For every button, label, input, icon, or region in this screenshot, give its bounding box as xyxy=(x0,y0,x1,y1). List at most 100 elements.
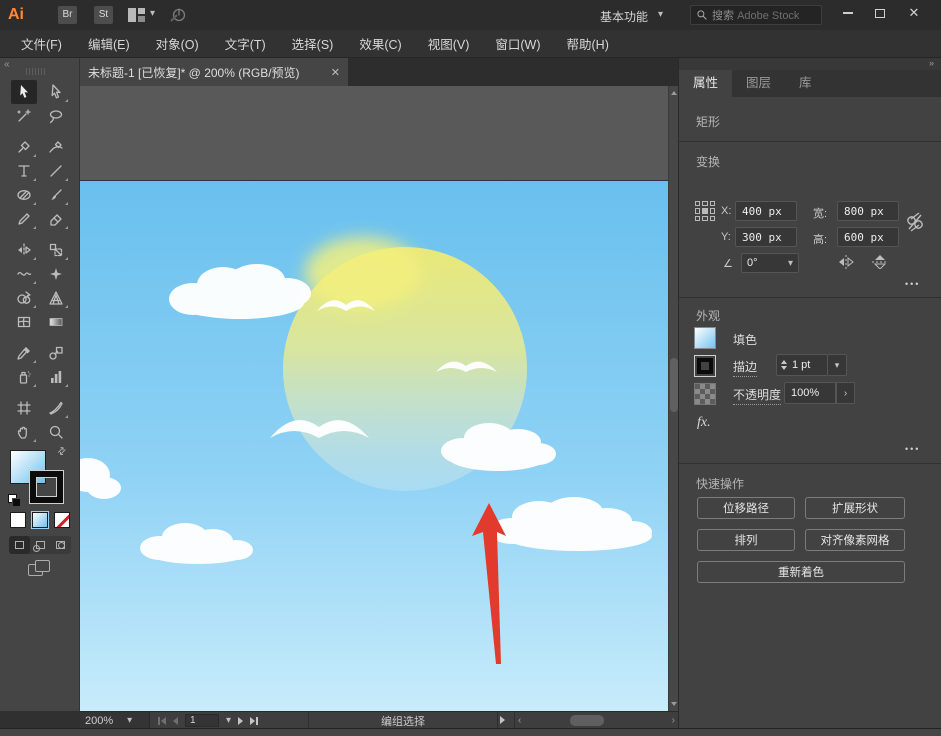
color-button[interactable] xyxy=(10,512,26,528)
draw-normal-button[interactable] xyxy=(9,536,30,554)
menu-item-file[interactable]: 文件(F) xyxy=(8,34,75,53)
expand-shape-button[interactable]: 扩展形状 xyxy=(805,497,905,519)
magic-wand-tool[interactable] xyxy=(11,104,37,128)
transform-more-options-icon[interactable]: ••• xyxy=(905,279,920,289)
none-button[interactable] xyxy=(54,512,70,528)
tab-libraries[interactable]: 库 xyxy=(785,70,826,97)
shape-tool[interactable] xyxy=(11,183,37,207)
default-fill-stroke-icon[interactable] xyxy=(8,494,21,507)
gradient-button[interactable] xyxy=(32,512,48,528)
menu-item-help[interactable]: 帮助(H) xyxy=(554,34,622,53)
width-input[interactable] xyxy=(837,201,899,221)
stock-button[interactable]: St xyxy=(94,6,113,24)
document-tab[interactable]: 未标题-1 [已恢复]* @ 200% (RGB/预览) ✕ xyxy=(80,58,348,86)
bridge-button[interactable]: Br xyxy=(58,6,77,24)
vertical-scrollbar-thumb[interactable] xyxy=(670,358,678,412)
offset-path-button[interactable]: 位移路径 xyxy=(697,497,795,519)
opacity-swatch[interactable] xyxy=(694,383,716,405)
stroke-weight-dropdown[interactable]: ▾ xyxy=(828,354,847,376)
paintbrush-tool[interactable] xyxy=(43,183,69,207)
recolor-button[interactable]: 重新着色 xyxy=(697,561,905,583)
workspace-name[interactable]: 基本功能 xyxy=(600,8,648,25)
arrange-button[interactable]: 排列 xyxy=(697,529,795,551)
menu-item-effect[interactable]: 效果(C) xyxy=(346,34,414,53)
eyedropper-tool[interactable] xyxy=(11,341,37,365)
chevron-down-icon[interactable]: ▾ xyxy=(226,715,231,726)
zoom-level-dropdown[interactable]: 200% ▾ xyxy=(80,712,150,729)
draw-behind-button[interactable] xyxy=(30,536,51,554)
toolbar-grip[interactable] xyxy=(26,68,45,75)
type-tool[interactable] xyxy=(11,159,37,183)
reflect-tool[interactable] xyxy=(11,238,37,262)
stroke-weight-stepper[interactable]: 1 pt xyxy=(776,354,828,376)
opacity-label[interactable]: 不透明度 xyxy=(733,386,781,405)
artboard-number-input[interactable] xyxy=(185,714,219,727)
selection-tool[interactable] xyxy=(11,80,37,104)
menu-item-edit[interactable]: 编辑(E) xyxy=(75,34,143,53)
chevron-down-icon[interactable]: ▾ xyxy=(658,9,663,20)
pen-tool[interactable] xyxy=(11,135,37,159)
horizontal-scrollbar-thumb[interactable] xyxy=(570,715,604,726)
align-pixel-grid-button[interactable]: 对齐像素网格 xyxy=(805,529,905,551)
symbol-sprayer-tool[interactable] xyxy=(11,365,37,389)
stroke-swatch[interactable] xyxy=(30,471,63,503)
height-input[interactable] xyxy=(837,227,899,247)
curvature-tool[interactable] xyxy=(43,135,69,159)
menu-item-view[interactable]: 视图(V) xyxy=(415,34,483,53)
slice-tool[interactable] xyxy=(43,396,69,420)
pencil-tool[interactable] xyxy=(11,207,37,231)
zoom-tool[interactable] xyxy=(43,420,69,444)
appearance-more-options-icon[interactable]: ••• xyxy=(905,444,920,454)
direct-selection-tool[interactable] xyxy=(43,80,69,104)
status-next-icon[interactable] xyxy=(500,716,505,724)
reference-point-locator[interactable] xyxy=(695,201,715,221)
rotation-dropdown[interactable]: 0° ▾ xyxy=(741,253,799,273)
horizontal-scrollbar[interactable]: ‹ › xyxy=(514,712,678,729)
artboard[interactable] xyxy=(80,180,668,711)
stepper-arrows-icon[interactable] xyxy=(781,360,787,370)
opacity-expand-icon[interactable]: › xyxy=(836,382,855,404)
x-input[interactable] xyxy=(735,201,797,221)
puppet-warp-tool[interactable] xyxy=(43,262,69,286)
swap-fill-stroke-icon[interactable]: ⇄ xyxy=(55,445,69,459)
scroll-up-icon[interactable] xyxy=(671,91,677,95)
stroke-label[interactable]: 描边 xyxy=(733,358,757,377)
search-input[interactable]: 搜索 Adobe Stock xyxy=(690,5,822,25)
menu-item-object[interactable]: 对象(O) xyxy=(143,34,212,53)
shape-builder-tool[interactable] xyxy=(11,286,37,310)
collapse-toolbar-icon[interactable]: « xyxy=(4,59,10,70)
maximize-button[interactable] xyxy=(864,0,896,26)
fill-color-swatch[interactable] xyxy=(694,327,716,349)
collapse-panel-icon[interactable]: » xyxy=(929,58,934,68)
menu-item-type[interactable]: 文字(T) xyxy=(212,34,279,53)
width-tool[interactable] xyxy=(11,262,37,286)
close-tab-icon[interactable]: ✕ xyxy=(325,66,340,79)
mesh-tool[interactable] xyxy=(11,310,37,334)
scroll-left-icon[interactable]: ‹ xyxy=(518,715,521,726)
scroll-right-icon[interactable]: › xyxy=(672,715,675,726)
screen-mode-button[interactable] xyxy=(28,560,52,580)
scale-tool[interactable] xyxy=(43,238,69,262)
flip-vertical-icon[interactable] xyxy=(871,255,889,269)
effects-button[interactable]: fx. xyxy=(697,415,711,431)
close-button[interactable]: ✕ xyxy=(898,0,930,26)
hand-tool[interactable] xyxy=(11,420,37,444)
perspective-grid-tool[interactable] xyxy=(43,286,69,310)
line-segment-tool[interactable] xyxy=(43,159,69,183)
lasso-tool[interactable] xyxy=(43,104,69,128)
constrain-proportions-icon[interactable] xyxy=(905,209,925,235)
menu-item-select[interactable]: 选择(S) xyxy=(279,34,347,53)
tab-properties[interactable]: 属性 xyxy=(679,70,732,97)
scroll-down-icon[interactable] xyxy=(671,702,677,706)
minimize-button[interactable] xyxy=(832,0,864,26)
previous-artboard-button[interactable] xyxy=(173,717,178,725)
draw-inside-button[interactable] xyxy=(50,536,71,554)
next-artboard-button[interactable] xyxy=(238,717,243,725)
menu-item-window[interactable]: 窗口(W) xyxy=(482,34,553,53)
gradient-tool[interactable] xyxy=(43,310,69,334)
eraser-tool[interactable] xyxy=(43,207,69,231)
workspace-switcher-icon[interactable] xyxy=(128,8,145,22)
canvas-viewport[interactable] xyxy=(80,86,678,711)
first-artboard-button[interactable] xyxy=(158,717,166,725)
flip-horizontal-icon[interactable] xyxy=(837,255,855,269)
